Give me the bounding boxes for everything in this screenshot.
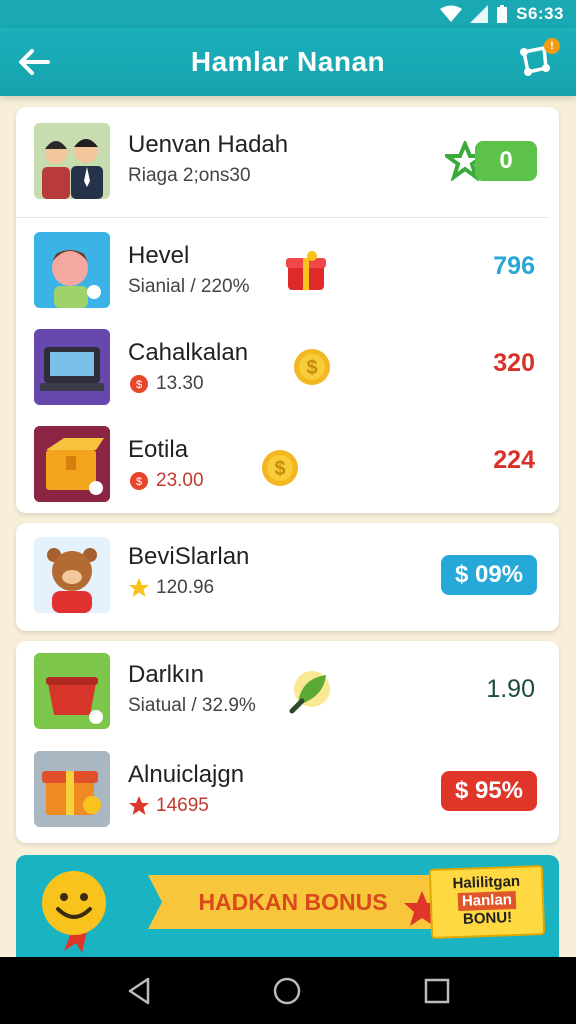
row-value: 224 <box>493 446 535 474</box>
bonus-sign-line3: BONU! <box>462 909 513 928</box>
row-subtitle-text: 14695 <box>156 795 209 816</box>
avatar-bear <box>34 537 110 613</box>
avatar-box <box>34 426 110 502</box>
nav-back-icon[interactable] <box>122 974 156 1008</box>
row-subtitle: 14695 <box>128 795 209 817</box>
smiley-medal-icon <box>42 871 106 953</box>
badge-gear-icon: $ <box>130 472 148 490</box>
page-title: Hamlar Nanan <box>190 46 386 77</box>
row-title: Uenvan Hadah <box>128 131 289 158</box>
leaf-icon <box>289 671 330 714</box>
nav-home-icon[interactable] <box>270 974 304 1008</box>
battery-icon <box>497 5 508 23</box>
list-item[interactable]: Darlkın Siatual / 32.9% 1.90 <box>16 641 559 741</box>
svg-text:$: $ <box>274 458 285 480</box>
avatar-basket <box>34 653 110 729</box>
basket-icon <box>34 653 110 729</box>
row-subtitle-text: 23.00 <box>156 470 204 491</box>
row-value: 320 <box>493 349 535 377</box>
nav-recents-icon[interactable] <box>420 974 454 1008</box>
status-icons: S6:33 <box>440 4 564 24</box>
list-item[interactable]: Alnuiclajgn 14695 $ 95% <box>16 741 559 841</box>
row-subtitle-text: 13.30 <box>156 373 204 394</box>
card-secondary: BeviSlarlan 120.96 $ 09% <box>16 523 559 631</box>
row-subtitle-text: Riaga 2;ons30 <box>128 165 251 186</box>
avatar-giftbox <box>34 751 110 827</box>
row-subtitle: Sianial / 220% <box>128 276 249 298</box>
svg-text:$: $ <box>306 357 317 379</box>
row-subtitle-text: Sianial / 220% <box>128 276 250 297</box>
row-title: Darlkın <box>128 661 205 688</box>
gift-box-icon <box>34 751 110 827</box>
bonus-ribbon: HADKAN BONUS <box>148 875 438 929</box>
notification-badge: ! <box>544 38 560 54</box>
row-title: Cahalkalan <box>128 339 249 366</box>
divider <box>16 217 549 218</box>
row-subtitle: $ 13.30 <box>128 373 204 395</box>
row-subtitle: 120.96 <box>128 577 214 599</box>
app-header: Hamlar Nanan ! <box>0 28 576 96</box>
girl-icon <box>34 232 110 308</box>
avatar-couple <box>34 123 110 199</box>
row-subtitle-text: Siatual / 32.9% <box>128 695 256 716</box>
bonus-banner[interactable]: HADKAN BONUS Halilitgan Hanlan BONU! <box>16 855 559 957</box>
score-pill[interactable]: 0 <box>475 141 537 181</box>
treasure-box-icon <box>34 426 110 502</box>
bear-icon <box>34 537 110 613</box>
list-item[interactable]: Eotila $ 23.00 $ 224 <box>16 414 559 514</box>
row-subtitle-text: 120.96 <box>156 577 215 598</box>
row-subtitle: Siatual / 32.9% <box>128 695 256 717</box>
percent-pill[interactable]: $ 95% <box>441 771 537 811</box>
row-subtitle: Riaga 2;ons30 <box>128 165 251 187</box>
badge-gear-icon: $ <box>130 375 148 393</box>
list-item[interactable]: Uenvan Hadah Riaga 2;ons30 0 <box>16 107 559 217</box>
list-item[interactable]: Hevel Sianial / 220% 796 <box>16 220 559 320</box>
percent-pill[interactable]: $ 09% <box>441 555 537 595</box>
wifi-icon <box>440 5 463 22</box>
list-item[interactable]: Cahalkalan $ 13.30 $ 320 <box>16 317 559 417</box>
coin-icon: $ <box>294 349 330 385</box>
row-title: Alnuiclajgn <box>128 761 245 788</box>
star-icon <box>129 796 149 815</box>
row-value: 796 <box>493 252 535 280</box>
bonus-sign-line2: Hanlan <box>457 890 517 912</box>
card-main-list: Uenvan Hadah Riaga 2;ons30 0 Hevel Siani… <box>16 107 559 513</box>
row-title: Eotila <box>128 436 189 463</box>
avatar-monitor <box>34 329 110 405</box>
list-item[interactable]: BeviSlarlan 120.96 $ 09% <box>16 523 559 631</box>
row-title: BeviSlarlan <box>128 543 250 570</box>
card-tertiary: Darlkın Siatual / 32.9% 1.90 Alnuiclajgn… <box>16 641 559 843</box>
gift-icon <box>286 251 326 290</box>
bonus-sign: Halilitgan Hanlan BONU! <box>428 865 546 939</box>
share-button[interactable]: ! <box>514 38 560 82</box>
status-bar: S6:33 <box>0 0 576 28</box>
signal-icon <box>470 5 489 23</box>
row-subtitle: $ 23.00 <box>128 470 204 492</box>
monitor-icon <box>34 329 110 405</box>
people-icon <box>34 123 110 199</box>
avatar-girl <box>34 232 110 308</box>
row-value: 1.90 <box>486 675 535 703</box>
svg-text:$: $ <box>136 379 142 391</box>
system-nav-bar <box>0 957 576 1024</box>
status-time: S6:33 <box>516 4 564 23</box>
star-icon <box>129 578 149 597</box>
svg-text:$: $ <box>136 476 142 488</box>
row-title: Hevel <box>128 242 190 269</box>
coin-icon: $ <box>262 450 298 486</box>
